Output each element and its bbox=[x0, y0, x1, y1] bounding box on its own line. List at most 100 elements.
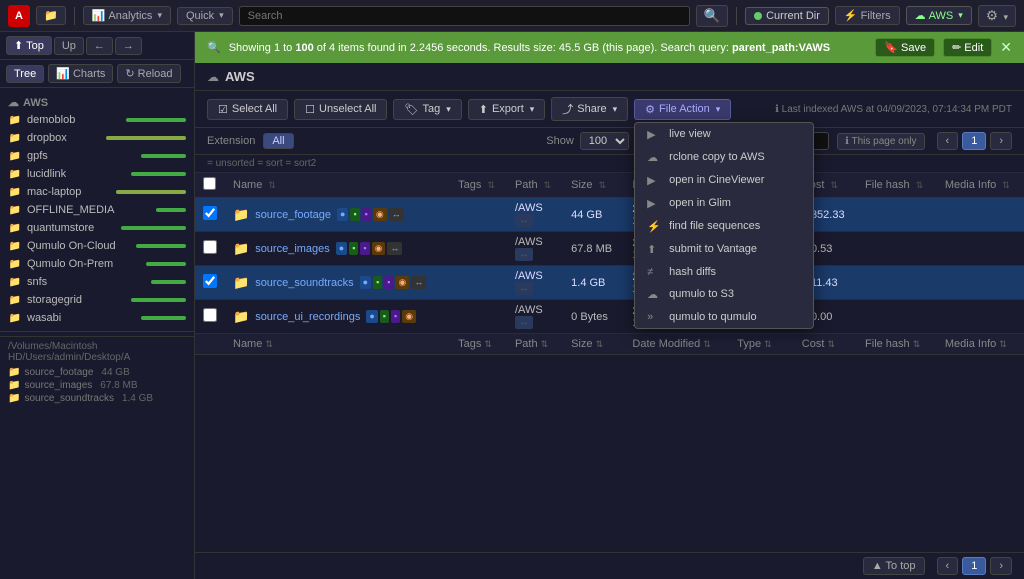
file-action-button[interactable]: ⚙ File Action ▾ bbox=[634, 99, 731, 120]
col-tags[interactable]: Tags ⇅ bbox=[450, 173, 507, 198]
tag-icon[interactable]: ▪ bbox=[380, 310, 389, 323]
col-name[interactable]: Name ⇅ bbox=[225, 173, 450, 198]
col-media-info[interactable]: Media Info ⇅ bbox=[937, 173, 1024, 198]
tag-icon[interactable]: ● bbox=[360, 276, 371, 289]
sidebar-item-snfs[interactable]: 📁 snfs bbox=[0, 273, 194, 291]
search-button[interactable]: 🔍 bbox=[696, 5, 729, 27]
tag-icon[interactable]: ◉ bbox=[395, 276, 409, 289]
sidebar-item-wasabi[interactable]: 📁 wasabi bbox=[0, 309, 194, 327]
row-checkbox[interactable] bbox=[203, 274, 217, 288]
sidebar-forward-btn[interactable]: → bbox=[115, 37, 142, 55]
sidebar-up-btn[interactable]: Up bbox=[54, 37, 84, 55]
sidebar-item-storagegrid[interactable]: 📁 storagegrid bbox=[0, 291, 194, 309]
prev-page-footer-btn[interactable]: ‹ bbox=[937, 557, 959, 575]
alert-edit-button[interactable]: ✏ Edit bbox=[943, 38, 992, 57]
sidebar-path-source-footage[interactable]: 📁 source_footage 44 GB bbox=[8, 366, 186, 379]
col-type-foot[interactable]: Type ⇅ bbox=[729, 334, 794, 355]
row-name[interactable]: source_soundtracks bbox=[255, 277, 353, 289]
close-icon[interactable]: ✕ bbox=[1000, 39, 1012, 56]
sidebar-item-mac-laptop[interactable]: 📁 mac-laptop bbox=[0, 183, 194, 201]
tag-icon[interactable]: ▪ bbox=[350, 208, 359, 221]
search-input[interactable] bbox=[239, 6, 690, 26]
col-cost-foot[interactable]: Cost ⇅ bbox=[794, 334, 857, 355]
filter-all-btn[interactable]: All bbox=[263, 133, 293, 149]
col-filehash-foot[interactable]: File hash ⇅ bbox=[857, 334, 937, 355]
gear-button[interactable]: ⚙ ▾ bbox=[978, 5, 1016, 27]
sidebar-item-offline-media[interactable]: 📁 OFFLINE_MEDIA bbox=[0, 201, 194, 219]
row-name[interactable]: source_images bbox=[255, 243, 330, 255]
quick-button[interactable]: Quick ▾ bbox=[177, 7, 233, 25]
tag-icon[interactable]: ◉ bbox=[372, 242, 386, 255]
sidebar-top-btn[interactable]: ⬆ Top bbox=[6, 36, 52, 55]
col-mediainfo-foot[interactable]: Media Info ⇅ bbox=[937, 334, 1024, 355]
dropdown-qumulo-s3[interactable]: ☁ qumulo to S3 bbox=[635, 283, 813, 306]
share-button[interactable]: ⤴ Share ▾ bbox=[551, 97, 628, 121]
expand-icon[interactable]: ↔ bbox=[515, 248, 533, 261]
sidebar-back-btn[interactable]: ← bbox=[86, 37, 113, 55]
page-1-btn[interactable]: 1 bbox=[962, 132, 986, 150]
select-all-checkbox[interactable] bbox=[203, 177, 216, 190]
next-page-btn[interactable]: › bbox=[990, 132, 1012, 150]
tag-icon[interactable]: ● bbox=[336, 242, 347, 255]
dropdown-find-sequences[interactable]: ⚡ find file sequences bbox=[635, 215, 813, 238]
row-name[interactable]: source_footage bbox=[255, 209, 331, 221]
sidebar-tree-btn[interactable]: Tree bbox=[6, 65, 44, 83]
alert-save-button[interactable]: 🔖 Save bbox=[875, 38, 935, 57]
sidebar-path-source-images[interactable]: 📁 source_images 67.8 MB bbox=[8, 379, 186, 392]
sidebar-charts-btn[interactable]: 📊 Charts bbox=[48, 64, 113, 83]
page-only-button[interactable]: ℹ This page only bbox=[837, 133, 924, 150]
folder-button[interactable]: 📁 bbox=[36, 6, 66, 25]
dropdown-live-view[interactable]: ▶ live view bbox=[635, 123, 813, 146]
dropdown-open-glim[interactable]: ▶ open in Glim bbox=[635, 192, 813, 215]
tag-icon[interactable]: ▪ bbox=[362, 208, 371, 221]
tag-button[interactable]: 🏷 Tag ▾ bbox=[393, 99, 461, 120]
tag-icon[interactable]: ● bbox=[366, 310, 377, 323]
sidebar-item-quantumstore[interactable]: 📁 quantumstore bbox=[0, 219, 194, 237]
sidebar-reload-btn[interactable]: ↻ Reload bbox=[117, 64, 180, 83]
col-size-foot[interactable]: Size ⇅ bbox=[563, 334, 624, 355]
dropdown-rclone-copy[interactable]: ☁ rclone copy to AWS bbox=[635, 146, 813, 169]
col-tags-foot[interactable]: Tags ⇅ bbox=[450, 334, 507, 355]
tag-icon[interactable]: ▪ bbox=[373, 276, 382, 289]
col-file-hash[interactable]: File hash ⇅ bbox=[857, 173, 937, 198]
sidebar-item-qumulo-cloud[interactable]: 📁 Qumulo On-Cloud bbox=[0, 237, 194, 255]
row-name[interactable]: source_ui_recordings bbox=[255, 311, 360, 323]
dropdown-submit-vantage[interactable]: ⬆ submit to Vantage bbox=[635, 238, 813, 261]
tag-icon[interactable]: ◉ bbox=[373, 208, 387, 221]
export-button[interactable]: ⬆ Export ▾ bbox=[468, 99, 546, 120]
filters-button[interactable]: ⚡ Filters bbox=[835, 6, 900, 25]
analytics-button[interactable]: 📊 Analytics ▾ bbox=[83, 6, 171, 25]
dropdown-open-cineviewer[interactable]: ▶ open in CineViewer bbox=[635, 169, 813, 192]
tag-icon[interactable]: ↔ bbox=[411, 276, 426, 289]
sidebar-item-lucidlink[interactable]: 📁 lucidlink bbox=[0, 165, 194, 183]
select-all-button[interactable]: ☑ Select All bbox=[207, 99, 288, 120]
tag-icon[interactable]: ● bbox=[337, 208, 348, 221]
sidebar-item-dropbox[interactable]: 📁 dropbox bbox=[0, 129, 194, 147]
col-name-foot[interactable]: Name ⇅ bbox=[225, 334, 450, 355]
sidebar-item-qumulo-prem[interactable]: 📁 Qumulo On-Prem bbox=[0, 255, 194, 273]
row-checkbox[interactable] bbox=[203, 240, 217, 254]
tag-icon[interactable]: ▪ bbox=[384, 276, 393, 289]
sidebar-item-gpfs[interactable]: 📁 gpfs bbox=[0, 147, 194, 165]
col-size[interactable]: Size ⇅ bbox=[563, 173, 624, 198]
sidebar-path-source-soundtracks[interactable]: 📁 source_soundtracks 1.4 GB bbox=[8, 392, 186, 405]
tag-icon[interactable]: ▪ bbox=[360, 242, 369, 255]
current-dir-button[interactable]: Current Dir bbox=[745, 7, 829, 25]
unselect-all-button[interactable]: ☐ Unselect All bbox=[294, 99, 387, 120]
row-checkbox[interactable] bbox=[203, 308, 217, 322]
tag-icon[interactable]: ↔ bbox=[389, 208, 404, 221]
dropdown-qumulo-qumulo[interactable]: » qumulo to qumulo bbox=[635, 306, 813, 328]
prev-page-btn[interactable]: ‹ bbox=[937, 132, 959, 150]
show-select[interactable]: 100 50 200 bbox=[580, 132, 629, 150]
row-checkbox[interactable] bbox=[203, 206, 217, 220]
expand-icon[interactable]: ↔ bbox=[515, 282, 533, 295]
col-date-foot[interactable]: Date Modified ⇅ bbox=[624, 334, 729, 355]
to-top-button[interactable]: ▲ To top bbox=[863, 557, 925, 575]
tag-icon[interactable]: ↔ bbox=[387, 242, 402, 255]
page-1-footer-btn[interactable]: 1 bbox=[962, 557, 986, 575]
next-page-footer-btn[interactable]: › bbox=[990, 557, 1012, 575]
tag-icon[interactable]: ◉ bbox=[402, 310, 416, 323]
col-path[interactable]: Path ⇅ bbox=[507, 173, 563, 198]
expand-icon[interactable]: ↔ bbox=[515, 316, 533, 329]
aws-button[interactable]: ☁ AWS ▾ bbox=[906, 6, 972, 25]
